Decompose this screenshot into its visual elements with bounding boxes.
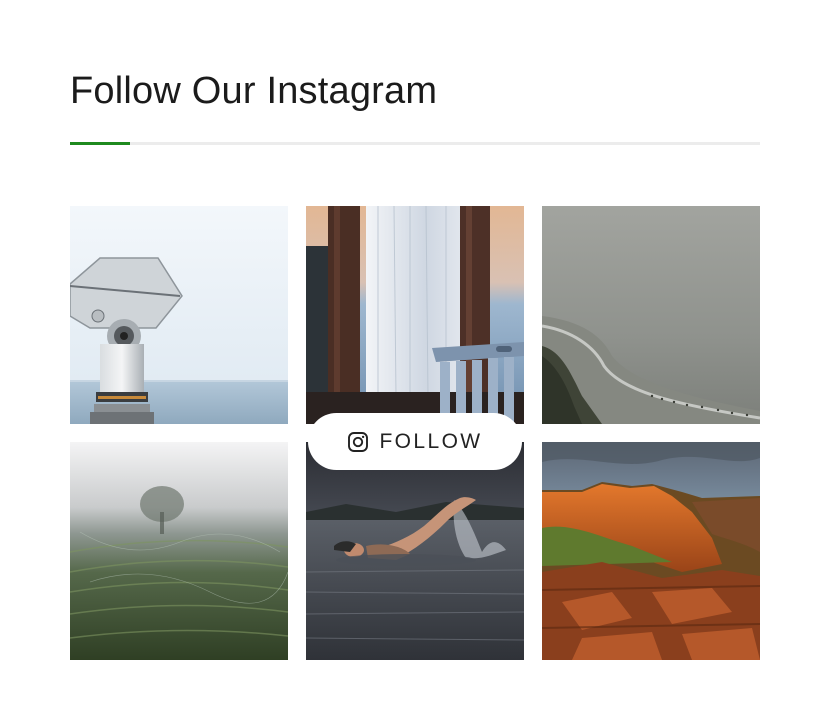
foggy-coastline-image	[542, 206, 760, 424]
follow-button[interactable]: FOLLOW	[308, 413, 522, 470]
instagram-post-6[interactable]	[542, 442, 760, 660]
instagram-icon	[347, 431, 369, 453]
binocular-viewer-image	[70, 206, 288, 424]
instagram-post-3[interactable]	[542, 206, 760, 424]
swimmer-image	[306, 442, 524, 660]
window-chair-image	[306, 206, 524, 424]
follow-button-label: FOLLOW	[379, 429, 483, 453]
red-rock-canyon-image	[542, 442, 760, 660]
instagram-post-1[interactable]	[70, 206, 288, 424]
title-divider-accent	[70, 142, 130, 145]
instagram-post-4[interactable]	[70, 442, 288, 660]
instagram-post-2[interactable]	[306, 206, 524, 424]
section-title: Follow Our Instagram	[70, 70, 438, 112]
title-divider	[70, 142, 760, 145]
instagram-post-5[interactable]	[306, 442, 524, 660]
misty-field-image	[70, 442, 288, 660]
